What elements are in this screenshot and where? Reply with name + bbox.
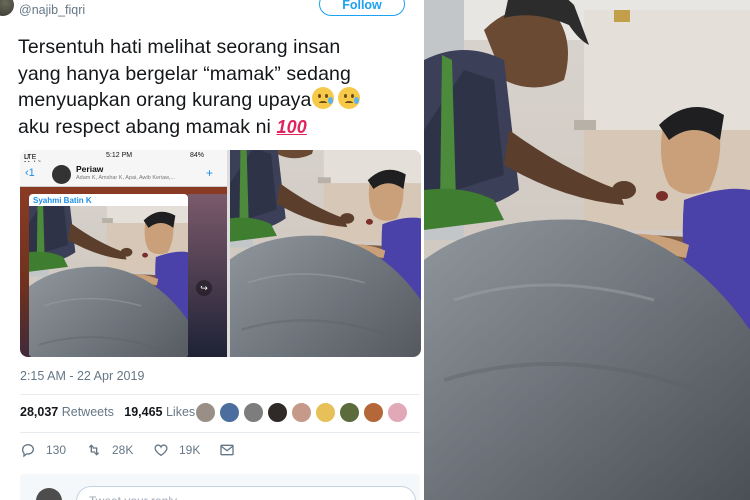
liker-avatar[interactable] [243,402,264,423]
tweet-text-line: aku respect abang mamak ni 100 [18,114,418,141]
tweet-text-line: menyuapkan orang kurang upaya [18,87,418,114]
background-strip [188,194,227,357]
liker-avatar[interactable] [219,402,240,423]
liker-avatar[interactable] [387,402,408,423]
liker-avatar[interactable] [291,402,312,423]
restaurant-photo-large [424,0,750,500]
group-avatar [52,165,71,184]
chat-members: Adam K, Amshar K, Apai, Awib Keriaw,... [76,175,175,181]
add-person-icon: + [206,166,214,180]
like-action[interactable]: 19K [153,442,200,458]
author-handle[interactable]: @najib_fiqri [19,3,85,17]
tweet-text-line: Tersentuh hati melihat seorang insan [18,36,341,58]
battery-level: 84% [190,152,205,159]
phone-status-bar: U Mobile LTE 5:12 PM 84% [24,152,205,168]
retweet-icon [88,444,100,456]
liker-avatar[interactable] [363,402,384,423]
message-photo [29,206,188,357]
chat-name: Periaw [76,164,104,174]
crying-face-icon [338,87,361,109]
direct-message-action[interactable] [219,442,235,458]
tweet-media[interactable]: U Mobile LTE 5:12 PM 84% ‹1 Periaw Adam … [20,150,421,357]
author-avatar[interactable] [0,0,14,16]
likes-label[interactable]: Likes [166,405,195,419]
restaurant-scene [424,0,750,500]
reply-action[interactable]: 130 [20,442,66,458]
sender-name: Syahmi Batin K [33,196,92,205]
phone-time: 5:12 PM [106,152,133,159]
envelope-icon [220,444,234,456]
chat-screenshot-image: U Mobile LTE 5:12 PM 84% ‹1 Periaw Adam … [20,150,227,357]
tweet-timestamp[interactable]: 2:15 AM - 22 Apr 2019 [20,369,144,383]
tweet-card: @najib_fiqri Follow Tersentuh hati melih… [0,0,424,500]
follow-button[interactable]: Follow [319,0,405,16]
divider [20,394,420,395]
retweets-count[interactable]: 28,037 [20,405,58,419]
engagement-stats: 28,037 Retweets 19,465 Likes [20,405,195,419]
likes-count[interactable]: 19,465 [124,405,162,419]
chat-header: ‹1 Periaw Adam K, Amshar K, Apai, Awib K… [20,162,227,187]
retweet-count: 28K [112,443,134,457]
tweet-actions: 130 28K 19K [20,442,420,462]
reply-composer: Tweet your reply [20,474,420,500]
share-icon: ↪ [196,280,212,296]
restaurant-photo-medium-art [230,150,421,357]
reply-count: 130 [46,443,67,457]
screenshot-root: @najib_fiqri Follow Tersentuh hati melih… [0,0,750,500]
divider [20,432,420,433]
like-count: 19K [179,443,201,457]
restaurant-photo-small [29,206,188,357]
back-chevron-icon: ‹1 [25,167,35,179]
retweets-label[interactable]: Retweets [62,405,114,419]
crying-face-icon [312,87,335,109]
viewer-avatar [36,488,62,500]
liker-avatar[interactable] [267,402,288,423]
liker-avatar[interactable] [195,402,216,423]
heart-icon [154,444,168,457]
message-bubble: Syahmi Batin K [29,194,188,357]
liker-avatar[interactable] [315,402,336,423]
liker-avatar[interactable] [339,402,360,423]
tweet-text: Tersentuh hati melihat seorang insan yan… [18,34,418,140]
tweet-text-line: yang hanya bergelar “mamak” sedang [18,62,351,85]
reply-icon [21,444,34,458]
restaurant-photo-medium [230,150,421,357]
hundred-points-icon: 100 [276,116,307,137]
reply-input[interactable]: Tweet your reply [76,486,416,500]
retweet-action[interactable]: 28K [86,442,133,458]
